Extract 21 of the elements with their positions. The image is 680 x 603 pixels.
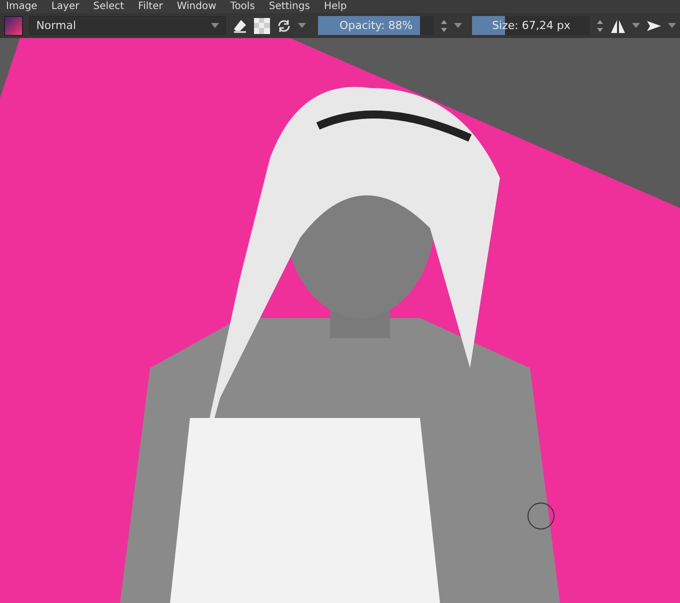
caret-icon[interactable]: [210, 23, 219, 28]
brush-preset-swatch[interactable]: [4, 16, 24, 36]
caret-icon[interactable]: [298, 23, 306, 28]
eraser-icon[interactable]: [232, 18, 248, 34]
blend-mode-dropdown[interactable]: Normal: [29, 16, 226, 35]
menu-item[interactable]: Select: [93, 0, 124, 13]
caret-icon[interactable]: [454, 23, 462, 28]
spin-arrows-icon[interactable]: [596, 18, 604, 34]
menu-item[interactable]: Window: [176, 0, 216, 13]
caret-icon[interactable]: [668, 23, 676, 28]
checkerboard-icon[interactable]: [254, 18, 270, 34]
refresh-icon[interactable]: [276, 18, 292, 34]
menu-item[interactable]: Settings: [268, 0, 310, 13]
spin-arrows-icon[interactable]: [440, 18, 448, 34]
menu-item[interactable]: Image: [6, 0, 38, 13]
menu-item[interactable]: Layer: [51, 0, 80, 13]
menu-item[interactable]: Tools: [230, 0, 255, 13]
caret-icon[interactable]: [632, 23, 640, 28]
menu-item[interactable]: Help: [324, 0, 347, 13]
menu-item[interactable]: Filter: [138, 0, 163, 13]
mirror-icon[interactable]: [610, 18, 626, 34]
